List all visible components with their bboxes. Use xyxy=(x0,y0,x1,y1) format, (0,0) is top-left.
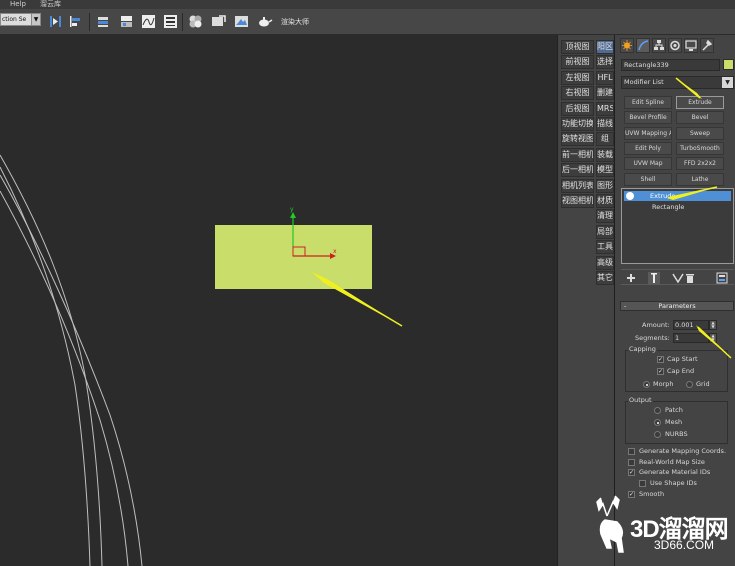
annotation-overlay xyxy=(667,77,732,359)
watermark-url: 3D66.COM xyxy=(654,538,715,552)
deer-logo-icon xyxy=(596,495,624,553)
annotation-arrow-shaft xyxy=(667,186,718,199)
annotation-arrow-shaft xyxy=(675,77,701,99)
annotation-arrow-shaft xyxy=(697,326,732,359)
